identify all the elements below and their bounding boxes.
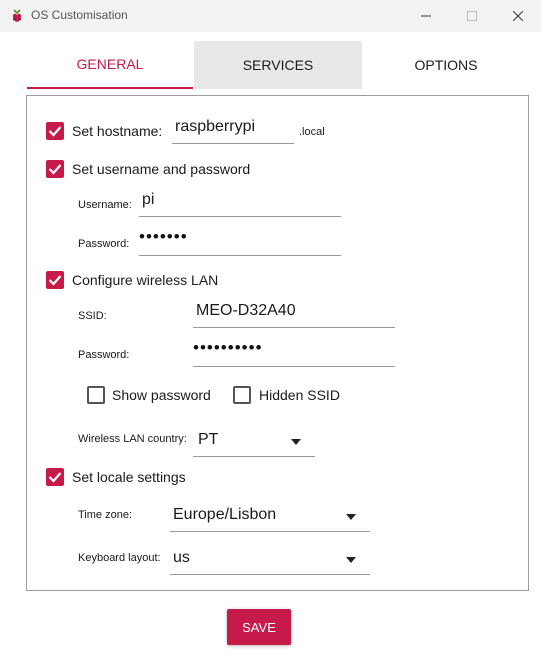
set-username-label: Set username and password bbox=[72, 161, 251, 177]
maximize-icon bbox=[467, 11, 477, 21]
show-password-label: Show password bbox=[112, 387, 211, 403]
hostname-input[interactable]: raspberrypi bbox=[172, 114, 294, 144]
general-settings-panel: Set hostname: raspberrypi .local Set use… bbox=[26, 95, 529, 591]
minimize-icon bbox=[421, 15, 431, 17]
set-username-checkbox[interactable] bbox=[46, 160, 64, 178]
username-value: pi bbox=[142, 191, 155, 208]
keyboard-select[interactable]: us bbox=[170, 545, 370, 575]
ssid-input[interactable]: MEO-D32A40 bbox=[193, 298, 395, 328]
user-password-input[interactable]: ••••••• bbox=[139, 226, 341, 256]
close-icon bbox=[513, 11, 523, 21]
configure-wlan-checkbox[interactable] bbox=[46, 271, 64, 289]
checkmark-icon bbox=[48, 472, 62, 483]
checkmark-icon bbox=[48, 164, 62, 175]
username-input[interactable]: pi bbox=[139, 187, 341, 217]
set-locale-checkbox[interactable] bbox=[46, 468, 64, 486]
dropdown-arrow-icon bbox=[346, 514, 356, 520]
hidden-ssid-label: Hidden SSID bbox=[259, 387, 340, 403]
username-label: Username: bbox=[78, 199, 132, 211]
minimize-button[interactable] bbox=[403, 0, 449, 32]
wlan-password-label: Password: bbox=[78, 349, 130, 361]
wlan-country-value: PT bbox=[198, 431, 219, 448]
raspberry-pi-icon bbox=[12, 9, 22, 22]
hidden-ssid-checkbox[interactable] bbox=[233, 386, 251, 404]
timezone-select[interactable]: Europe/Lisbon bbox=[170, 502, 370, 532]
ssid-value: MEO-D32A40 bbox=[196, 302, 296, 319]
keyboard-label: Keyboard layout: bbox=[78, 552, 161, 564]
dropdown-arrow-icon bbox=[291, 439, 301, 445]
close-button[interactable] bbox=[495, 0, 541, 32]
keyboard-value: us bbox=[173, 549, 190, 566]
set-hostname-label: Set hostname: bbox=[72, 123, 163, 139]
tab-options[interactable]: OPTIONS bbox=[362, 41, 530, 89]
checkmark-icon bbox=[48, 275, 62, 286]
checkmark-icon bbox=[48, 126, 62, 137]
set-hostname-checkbox[interactable] bbox=[46, 122, 64, 140]
ssid-label: SSID: bbox=[78, 310, 107, 322]
maximize-button[interactable] bbox=[449, 0, 495, 32]
dropdown-arrow-icon bbox=[346, 557, 356, 563]
title-bar: OS Customisation bbox=[0, 0, 541, 32]
wlan-password-input[interactable]: •••••••••• bbox=[193, 337, 395, 367]
hostname-suffix: .local bbox=[299, 126, 325, 138]
window-title: OS Customisation bbox=[31, 8, 128, 22]
user-password-mask: ••••••• bbox=[139, 227, 188, 246]
user-password-label: Password: bbox=[78, 238, 130, 250]
wlan-country-select[interactable]: PT bbox=[193, 427, 315, 457]
set-locale-label: Set locale settings bbox=[72, 469, 186, 485]
save-button[interactable]: SAVE bbox=[227, 609, 291, 645]
timezone-value: Europe/Lisbon bbox=[173, 506, 277, 523]
configure-wlan-label: Configure wireless LAN bbox=[72, 272, 219, 288]
tab-general[interactable]: GENERAL bbox=[27, 41, 193, 89]
tab-services[interactable]: SERVICES bbox=[194, 41, 362, 89]
show-password-checkbox[interactable] bbox=[87, 386, 105, 404]
wlan-country-label: Wireless LAN country: bbox=[78, 433, 187, 445]
timezone-label: Time zone: bbox=[78, 509, 133, 521]
wlan-password-mask: •••••••••• bbox=[193, 338, 263, 357]
hostname-value: raspberrypi bbox=[175, 118, 256, 135]
